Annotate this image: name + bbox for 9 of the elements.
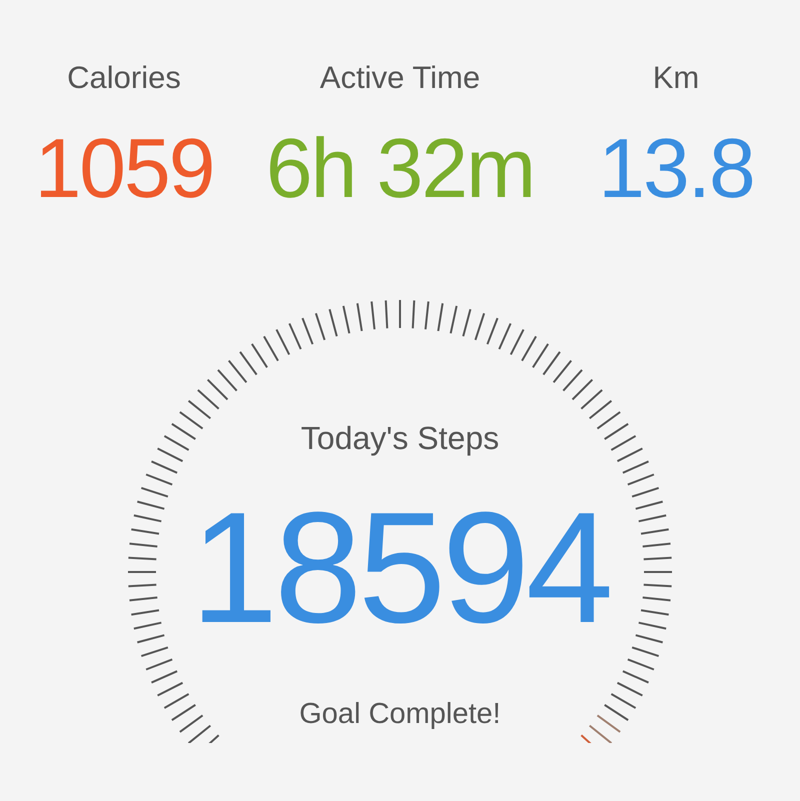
stat-value: 13.8 (598, 120, 754, 217)
steps-title: Today's Steps (300, 419, 500, 458)
stat-value: 6h 32m (266, 120, 534, 217)
goal-status: Goal Complete! (299, 697, 501, 732)
steps-count: 18594 (190, 488, 610, 648)
stat-label: Km (652, 59, 700, 97)
stat-label: Calories (67, 59, 181, 97)
stat-label: Active Time (320, 59, 480, 97)
stat-value: 1059 (34, 120, 214, 217)
